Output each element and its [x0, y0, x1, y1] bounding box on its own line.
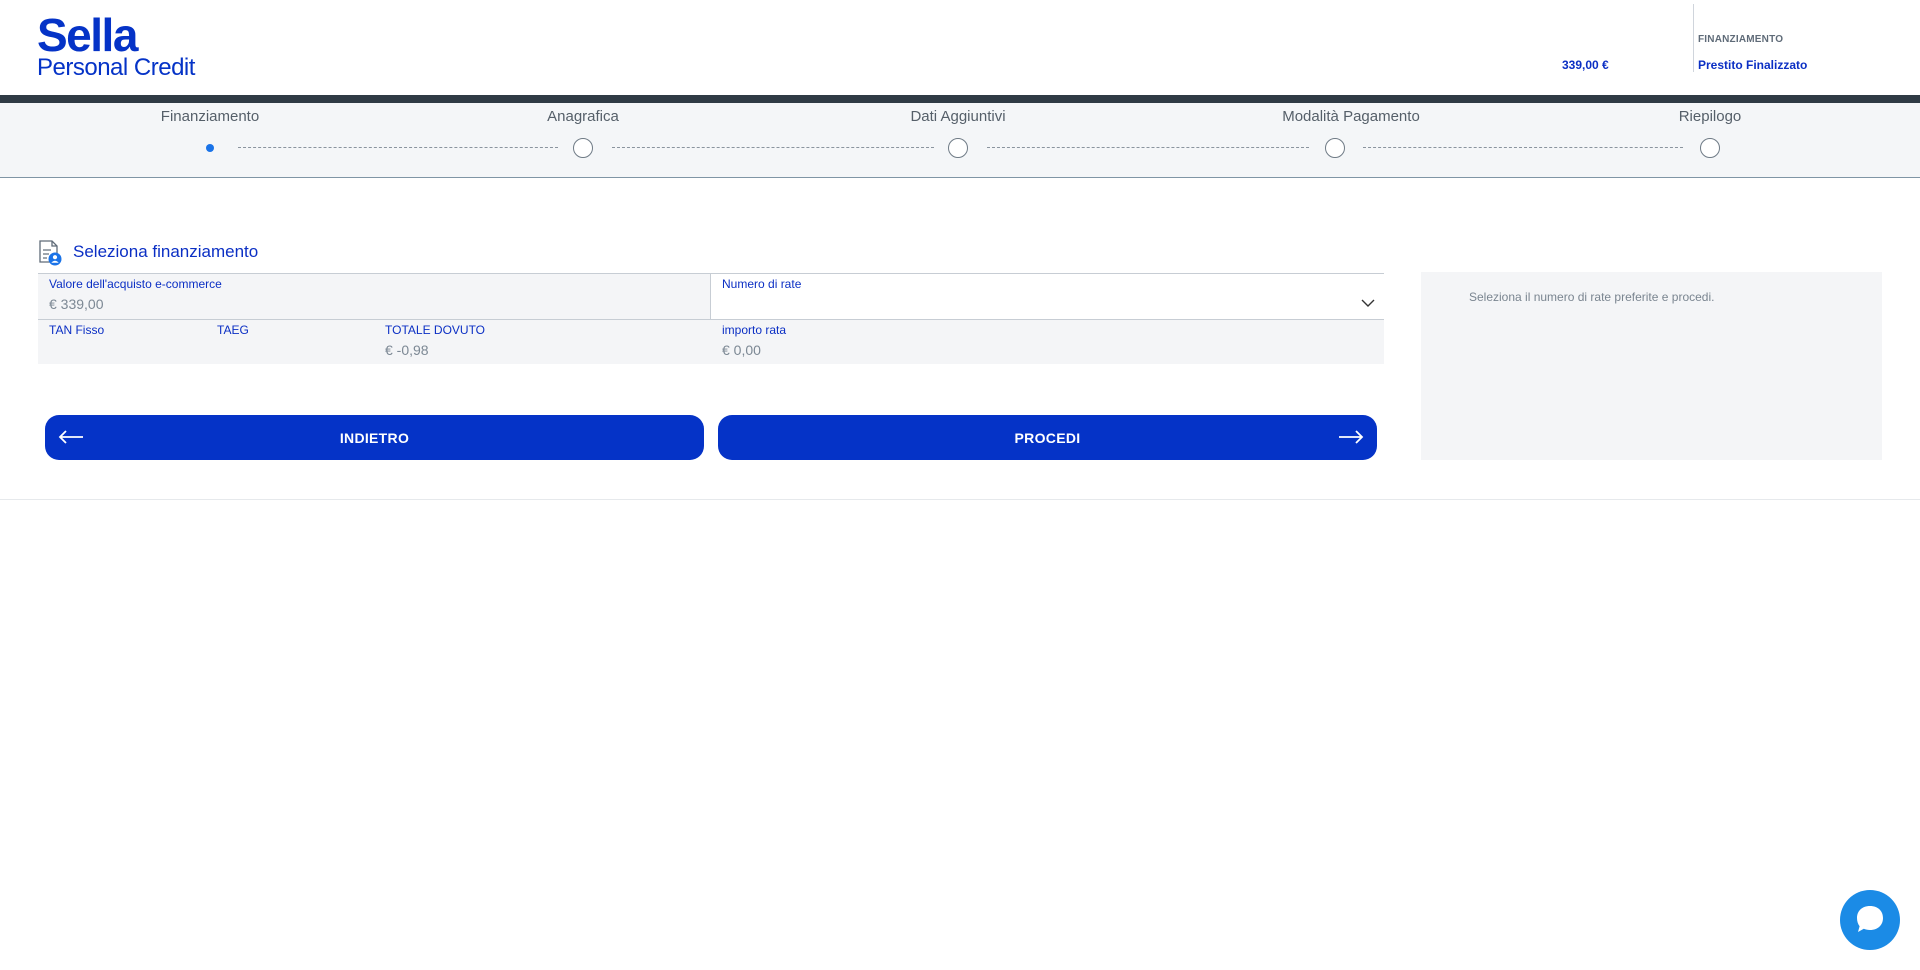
header-bar: [0, 95, 1920, 103]
step-indicator-modalita-pagamento: [1325, 138, 1345, 158]
back-button[interactable]: INDIETRO: [45, 415, 704, 460]
taeg-field: TAEG: [217, 323, 249, 342]
step-indicator-dati-aggiuntivi: [948, 138, 968, 158]
step-connector: [612, 147, 934, 148]
total-due-field: TOTALE DOVUTO € -0,98: [385, 323, 485, 358]
step-connector: [238, 147, 558, 148]
row-divider: [38, 319, 1384, 320]
sella-logo[interactable]: Sella Personal Credit: [37, 12, 195, 80]
total-due-value: € -0,98: [385, 342, 429, 358]
step-label-riepilogo: Riepilogo: [1678, 108, 1742, 125]
purchase-value: € 339,00: [49, 296, 104, 312]
step-label-finanziamento: Finanziamento: [160, 108, 260, 125]
back-button-label: INDIETRO: [339, 429, 410, 446]
chevron-down-icon[interactable]: [1360, 298, 1376, 308]
step-label-dati-aggiuntivi: Dati Aggiuntivi: [910, 108, 1006, 125]
document-user-icon: [39, 240, 62, 266]
tan-field: TAN Fisso: [49, 323, 104, 342]
logo-sub-text: Personal Credit: [37, 54, 195, 81]
installment-amount-label: importo rata: [722, 323, 787, 337]
info-panel: Seleziona il numero di rate preferite e …: [1421, 272, 1882, 460]
arrow-right-icon: [1339, 430, 1364, 444]
logo-main-text: Sella: [37, 9, 138, 61]
purchase-value-field: Valore dell'acquisto e-commerce € 339,00: [49, 277, 222, 312]
step-connector: [1363, 147, 1683, 148]
step-label-anagrafica: Anagrafica: [547, 108, 619, 125]
step-connector: [987, 147, 1309, 148]
installments-field: Numero di rate: [722, 277, 801, 296]
header: Sella Personal Credit 339,00 € FINANZIAM…: [0, 0, 1920, 95]
header-amount: 339,00 €: [1562, 58, 1609, 72]
installments-label: Numero di rate: [722, 277, 802, 291]
section-title: Seleziona finanziamento: [73, 242, 259, 261]
header-financing-label: FINANZIAMENTO: [1698, 34, 1784, 45]
installment-amount-field: importo rata € 0,00: [722, 323, 786, 358]
arrow-left-icon: [58, 430, 83, 444]
step-label-modalita-pagamento: Modalità Pagamento: [1282, 108, 1420, 125]
purchase-value-label: Valore dell'acquisto e-commerce: [49, 277, 222, 291]
progress-stepper: Finanziamento Anagrafica Dati Aggiuntivi…: [0, 103, 1920, 178]
taeg-label: TAEG: [217, 323, 249, 337]
tan-label: TAN Fisso: [49, 323, 105, 337]
info-panel-message: Seleziona il numero di rate preferite e …: [1469, 290, 1715, 304]
installment-amount-value: € 0,00: [722, 342, 761, 358]
total-due-label: TOTALE DOVUTO: [385, 323, 486, 337]
header-financing-value: Prestito Finalizzato: [1698, 58, 1808, 72]
chat-button[interactable]: [1840, 890, 1900, 950]
header-divider: [1693, 4, 1694, 72]
step-indicator-anagrafica: [573, 138, 593, 158]
content-bottom-divider: [0, 499, 1920, 500]
proceed-button-label: PROCEDI: [1014, 429, 1081, 446]
proceed-button[interactable]: PROCEDI: [718, 415, 1377, 460]
step-indicator-finanziamento: [200, 138, 220, 158]
financing-form: Valore dell'acquisto e-commerce € 339,00…: [38, 274, 1384, 364]
installments-select[interactable]: Numero di rate: [711, 274, 1384, 319]
chat-bubble-icon: [1857, 906, 1883, 932]
step-indicator-riepilogo: [1700, 138, 1720, 158]
